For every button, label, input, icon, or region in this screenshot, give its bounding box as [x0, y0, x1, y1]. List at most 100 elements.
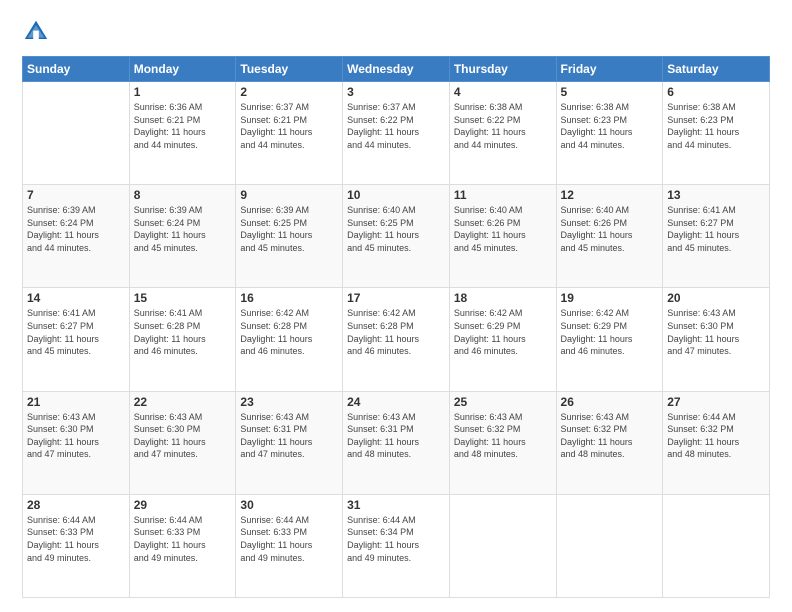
day-number: 22 [134, 395, 232, 409]
calendar-cell: 28 Sunrise: 6:44 AMSunset: 6:33 PMDayligh… [23, 494, 130, 597]
calendar-cell: 14 Sunrise: 6:41 AMSunset: 6:27 PMDayligh… [23, 288, 130, 391]
day-info: Sunrise: 6:36 AMSunset: 6:21 PMDaylight:… [134, 101, 232, 151]
calendar-cell: 23 Sunrise: 6:43 AMSunset: 6:31 PMDayligh… [236, 391, 343, 494]
calendar-cell: 5 Sunrise: 6:38 AMSunset: 6:23 PMDaylight… [556, 82, 663, 185]
calendar-cell: 21 Sunrise: 6:43 AMSunset: 6:30 PMDayligh… [23, 391, 130, 494]
calendar-cell: 4Sunrise: 6:38 AMSunset: 6:22 PMDaylight… [449, 82, 556, 185]
calendar-cell: 22 Sunrise: 6:43 AMSunset: 6:30 PMDayligh… [129, 391, 236, 494]
logo-icon [22, 18, 50, 46]
calendar-cell: 2 Sunrise: 6:37 AMSunset: 6:21 PMDaylight… [236, 82, 343, 185]
day-info: Sunrise: 6:44 AMSunset: 6:33 PMDaylight:… [240, 514, 338, 564]
day-info: Sunrise: 6:38 AMSunset: 6:23 PMDaylight:… [561, 101, 659, 151]
calendar-cell: 29 Sunrise: 6:44 AMSunset: 6:33 PMDayligh… [129, 494, 236, 597]
day-number: 13 [667, 188, 765, 202]
day-number: 8 [134, 188, 232, 202]
day-number: 19 [561, 291, 659, 305]
calendar-cell: 18 Sunrise: 6:42 AMSunset: 6:29 PMDayligh… [449, 288, 556, 391]
day-number: 10 [347, 188, 445, 202]
calendar-header-thursday: Thursday [449, 57, 556, 82]
calendar-cell [449, 494, 556, 597]
calendar-cell: 9Sunrise: 6:39 AMSunset: 6:25 PMDaylight… [236, 185, 343, 288]
day-number: 23 [240, 395, 338, 409]
day-info: Sunrise: 6:43 AMSunset: 6:30 PMDaylight:… [27, 411, 125, 461]
day-info: Sunrise: 6:44 AMSunset: 6:33 PMDaylight:… [134, 514, 232, 564]
calendar-header-sunday: Sunday [23, 57, 130, 82]
day-number: 18 [454, 291, 552, 305]
day-info: Sunrise: 6:37 AMSunset: 6:22 PMDaylight:… [347, 101, 445, 151]
day-number: 3 [347, 85, 445, 99]
day-info: Sunrise: 6:43 AMSunset: 6:31 PMDaylight:… [347, 411, 445, 461]
day-number: 5 [561, 85, 659, 99]
calendar-cell: 1 Sunrise: 6:36 AMSunset: 6:21 PMDaylight… [129, 82, 236, 185]
calendar-cell: 19 Sunrise: 6:42 AMSunset: 6:29 PMDayligh… [556, 288, 663, 391]
day-info: Sunrise: 6:40 AMSunset: 6:25 PMDaylight:… [347, 204, 445, 254]
day-info: Sunrise: 6:41 AMSunset: 6:28 PMDaylight:… [134, 307, 232, 357]
day-info: Sunrise: 6:39 AMSunset: 6:25 PMDaylight:… [240, 204, 338, 254]
day-info: Sunrise: 6:44 AMSunset: 6:32 PMDaylight:… [667, 411, 765, 461]
calendar-cell: 15Sunrise: 6:41 AMSunset: 6:28 PMDayligh… [129, 288, 236, 391]
calendar-cell: 3 Sunrise: 6:37 AMSunset: 6:22 PMDaylight… [343, 82, 450, 185]
day-info: Sunrise: 6:40 AMSunset: 6:26 PMDaylight:… [454, 204, 552, 254]
day-info: Sunrise: 6:43 AMSunset: 6:30 PMDaylight:… [134, 411, 232, 461]
day-info: Sunrise: 6:43 AMSunset: 6:32 PMDaylight:… [454, 411, 552, 461]
calendar-week-3: 14 Sunrise: 6:41 AMSunset: 6:27 PMDayligh… [23, 288, 770, 391]
day-info: Sunrise: 6:42 AMSunset: 6:29 PMDaylight:… [454, 307, 552, 357]
day-info: Sunrise: 6:42 AMSunset: 6:29 PMDaylight:… [561, 307, 659, 357]
day-number: 2 [240, 85, 338, 99]
day-number: 20 [667, 291, 765, 305]
calendar-header-friday: Friday [556, 57, 663, 82]
calendar-header-wednesday: Wednesday [343, 57, 450, 82]
calendar-cell: 30 Sunrise: 6:44 AMSunset: 6:33 PMDayligh… [236, 494, 343, 597]
day-info: Sunrise: 6:42 AMSunset: 6:28 PMDaylight:… [347, 307, 445, 357]
day-number: 12 [561, 188, 659, 202]
calendar-cell: 24 Sunrise: 6:43 AMSunset: 6:31 PMDayligh… [343, 391, 450, 494]
calendar-header-tuesday: Tuesday [236, 57, 343, 82]
calendar-table: SundayMondayTuesdayWednesdayThursdayFrid… [22, 56, 770, 598]
day-info: Sunrise: 6:44 AMSunset: 6:34 PMDaylight:… [347, 514, 445, 564]
day-info: Sunrise: 6:43 AMSunset: 6:32 PMDaylight:… [561, 411, 659, 461]
day-number: 28 [27, 498, 125, 512]
calendar-week-4: 21 Sunrise: 6:43 AMSunset: 6:30 PMDayligh… [23, 391, 770, 494]
day-number: 21 [27, 395, 125, 409]
day-info: Sunrise: 6:38 AMSunset: 6:23 PMDaylight:… [667, 101, 765, 151]
calendar-cell: 12 Sunrise: 6:40 AMSunset: 6:26 PMDayligh… [556, 185, 663, 288]
calendar-cell: 13Sunrise: 6:41 AMSunset: 6:27 PMDayligh… [663, 185, 770, 288]
calendar-week-2: 7Sunrise: 6:39 AMSunset: 6:24 PMDaylight… [23, 185, 770, 288]
day-info: Sunrise: 6:44 AMSunset: 6:33 PMDaylight:… [27, 514, 125, 564]
day-info: Sunrise: 6:40 AMSunset: 6:26 PMDaylight:… [561, 204, 659, 254]
header [22, 18, 770, 46]
day-info: Sunrise: 6:38 AMSunset: 6:22 PMDaylight:… [454, 101, 552, 151]
calendar-cell: 8 Sunrise: 6:39 AMSunset: 6:24 PMDaylight… [129, 185, 236, 288]
day-number: 14 [27, 291, 125, 305]
calendar-cell: 27Sunrise: 6:44 AMSunset: 6:32 PMDayligh… [663, 391, 770, 494]
day-number: 11 [454, 188, 552, 202]
calendar-header-row: SundayMondayTuesdayWednesdayThursdayFrid… [23, 57, 770, 82]
day-info: Sunrise: 6:43 AMSunset: 6:31 PMDaylight:… [240, 411, 338, 461]
calendar-week-1: 1 Sunrise: 6:36 AMSunset: 6:21 PMDaylight… [23, 82, 770, 185]
day-number: 17 [347, 291, 445, 305]
day-info: Sunrise: 6:43 AMSunset: 6:30 PMDaylight:… [667, 307, 765, 357]
calendar-cell: 17 Sunrise: 6:42 AMSunset: 6:28 PMDayligh… [343, 288, 450, 391]
day-number: 29 [134, 498, 232, 512]
day-number: 24 [347, 395, 445, 409]
day-info: Sunrise: 6:39 AMSunset: 6:24 PMDaylight:… [27, 204, 125, 254]
calendar-cell [23, 82, 130, 185]
calendar-cell [556, 494, 663, 597]
calendar-week-5: 28 Sunrise: 6:44 AMSunset: 6:33 PMDayligh… [23, 494, 770, 597]
day-info: Sunrise: 6:41 AMSunset: 6:27 PMDaylight:… [27, 307, 125, 357]
day-info: Sunrise: 6:42 AMSunset: 6:28 PMDaylight:… [240, 307, 338, 357]
calendar-cell: 10 Sunrise: 6:40 AMSunset: 6:25 PMDayligh… [343, 185, 450, 288]
day-info: Sunrise: 6:39 AMSunset: 6:24 PMDaylight:… [134, 204, 232, 254]
day-number: 6 [667, 85, 765, 99]
calendar-cell: 31Sunrise: 6:44 AMSunset: 6:34 PMDayligh… [343, 494, 450, 597]
day-number: 1 [134, 85, 232, 99]
calendar-cell [663, 494, 770, 597]
page: SundayMondayTuesdayWednesdayThursdayFrid… [0, 0, 792, 612]
calendar-cell: 25Sunrise: 6:43 AMSunset: 6:32 PMDayligh… [449, 391, 556, 494]
calendar-header-saturday: Saturday [663, 57, 770, 82]
calendar-cell: 6 Sunrise: 6:38 AMSunset: 6:23 PMDaylight… [663, 82, 770, 185]
logo [22, 18, 53, 46]
day-number: 30 [240, 498, 338, 512]
calendar-cell: 20 Sunrise: 6:43 AMSunset: 6:30 PMDayligh… [663, 288, 770, 391]
day-info: Sunrise: 6:37 AMSunset: 6:21 PMDaylight:… [240, 101, 338, 151]
